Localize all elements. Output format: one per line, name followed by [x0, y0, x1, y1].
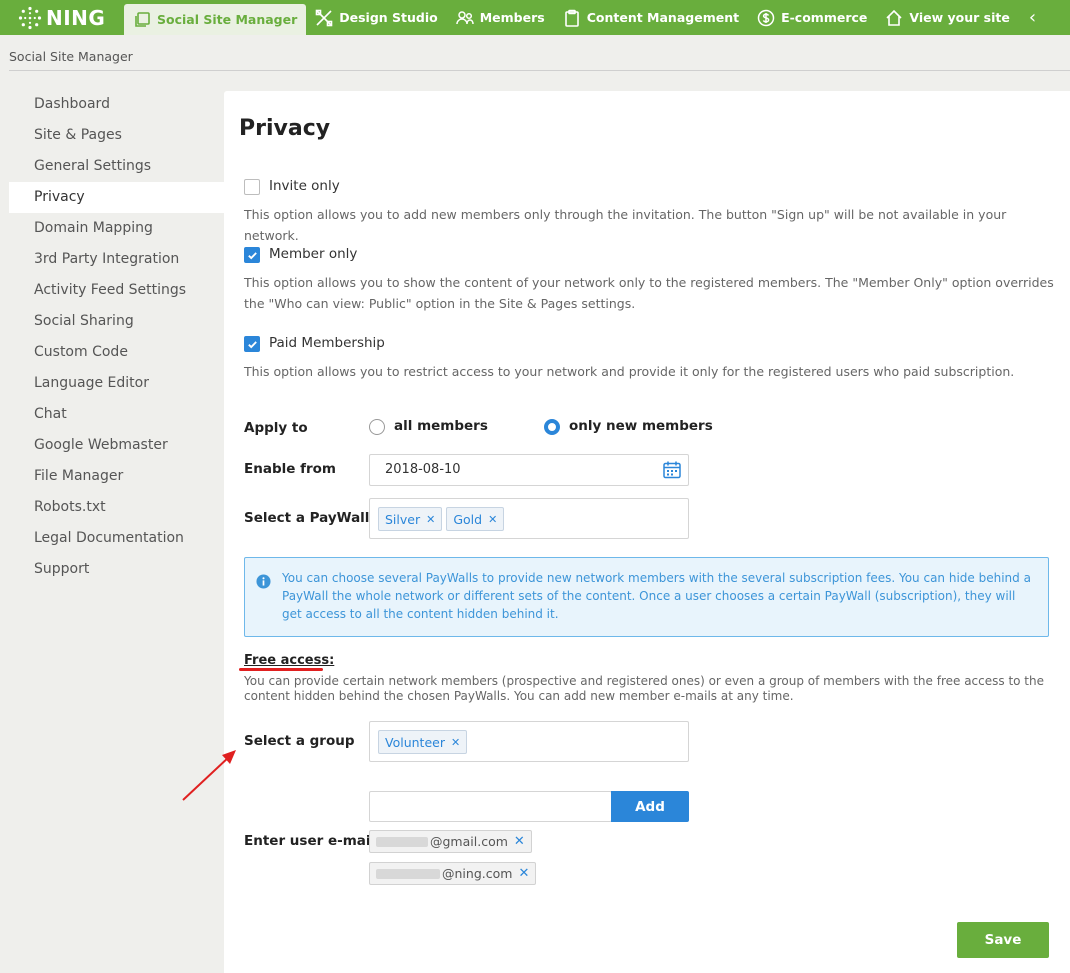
sidebar-item-legal-documentation[interactable]: Legal Documentation	[9, 523, 224, 554]
clipboard-icon	[564, 9, 579, 27]
members-icon	[455, 10, 474, 24]
email-entry-gmail: @gmail.com ✕	[369, 830, 532, 853]
paywall-tag-silver: Silver ✕	[378, 507, 443, 531]
email-input[interactable]	[369, 791, 612, 822]
privacy-settings-panel: Privacy Invite only This option allows y…	[182, 91, 1070, 973]
top-nav-bar: NING Social Site Manager Design Studio M…	[0, 0, 1070, 35]
tab-label: View your site	[909, 10, 1010, 25]
calendar-icon[interactable]	[662, 460, 682, 480]
member-only-description: This option allows you to show the conte…	[244, 275, 1054, 311]
remove-tag-icon[interactable]: ✕	[451, 736, 460, 749]
sidebar-item-language-editor[interactable]: Language Editor	[9, 368, 224, 399]
redacted-email-prefix	[376, 868, 440, 879]
sidebar: Dashboard Site & Pages General Settings …	[9, 89, 224, 585]
sidebar-item-dashboard[interactable]: Dashboard	[9, 89, 224, 120]
page-title: Privacy	[239, 116, 331, 141]
tab-label: Content Management	[586, 10, 740, 25]
collapse-nav-chevron-icon[interactable]: ‹	[1019, 7, 1046, 28]
sidebar-item-support[interactable]: Support	[9, 554, 224, 585]
paid-membership-label[interactable]: Paid Membership	[269, 335, 385, 351]
checkmark-icon	[247, 340, 257, 348]
member-only-checkbox[interactable]	[244, 247, 260, 263]
radio-only-new-members[interactable]	[544, 419, 560, 435]
ning-logo-icon	[18, 6, 42, 29]
tab-label: Social Site Manager	[157, 12, 298, 27]
sidebar-item-site-pages[interactable]: Site & Pages	[9, 120, 224, 151]
free-access-title: Free access:	[244, 653, 335, 668]
sidebar-item-domain-mapping[interactable]: Domain Mapping	[9, 213, 224, 244]
enable-from-date-value: 2018-08-10	[385, 462, 461, 477]
radio-only-new-members-label[interactable]: only new members	[569, 418, 713, 434]
enable-from-label: Enable from	[244, 461, 336, 477]
radio-all-members[interactable]	[369, 419, 385, 435]
paid-membership-description: This option allows you to restrict acces…	[244, 364, 1015, 379]
tab-design-studio[interactable]: Design Studio	[306, 0, 446, 35]
radio-all-members-label[interactable]: all members	[394, 418, 488, 434]
sidebar-item-google-webmaster[interactable]: Google Webmaster	[9, 430, 224, 461]
remove-tag-icon[interactable]: ✕	[488, 513, 497, 526]
sidebar-item-social-sharing[interactable]: Social Sharing	[9, 306, 224, 337]
logo-text: NING	[46, 5, 106, 30]
tab-social-site-manager[interactable]: Social Site Manager	[124, 4, 307, 35]
paywall-info-box: You can choose several PayWalls to provi…	[244, 557, 1049, 637]
save-button[interactable]: Save	[957, 922, 1049, 958]
email-entry-text: @gmail.com	[430, 834, 508, 849]
enable-from-date-input[interactable]: 2018-08-10	[369, 454, 689, 486]
info-icon	[256, 574, 271, 589]
tab-label: Members	[479, 10, 545, 25]
tab-content-management[interactable]: Content Management	[554, 0, 748, 35]
invite-only-description: This option allows you to add new member…	[244, 207, 1007, 243]
home-icon	[886, 9, 902, 26]
breadcrumb-divider	[9, 70, 1070, 71]
apply-to-label: Apply to	[244, 420, 308, 436]
paywall-info-text: You can choose several PayWalls to provi…	[282, 571, 1031, 621]
paid-membership-checkbox[interactable]	[244, 336, 260, 352]
sidebar-item-general-settings[interactable]: General Settings	[9, 151, 224, 182]
remove-email-icon[interactable]: ✕	[518, 866, 529, 881]
remove-tag-icon[interactable]: ✕	[426, 513, 435, 526]
email-entry-ning: @ning.com ✕	[369, 862, 537, 885]
tab-e-commerce[interactable]: E-commerce	[748, 0, 876, 35]
email-entry-text: @ning.com	[442, 866, 513, 881]
sidebar-item-custom-code[interactable]: Custom Code	[9, 337, 224, 368]
sidebar-item-3rd-party-integration[interactable]: 3rd Party Integration	[9, 244, 224, 275]
annotation-underline	[239, 668, 323, 671]
invite-only-checkbox[interactable]	[244, 179, 260, 195]
redacted-email-prefix	[376, 836, 428, 847]
paywall-select[interactable]: Silver ✕ Gold ✕	[369, 498, 689, 539]
design-tools-icon	[315, 9, 333, 26]
group-select[interactable]: Volunteer ✕	[369, 721, 689, 762]
tab-label: E-commerce	[781, 10, 868, 25]
pages-icon	[135, 11, 150, 27]
invite-only-label[interactable]: Invite only	[269, 178, 340, 194]
sidebar-item-activity-feed-settings[interactable]: Activity Feed Settings	[9, 275, 224, 306]
add-email-button[interactable]: Add	[611, 791, 689, 822]
select-group-label: Select a group	[244, 733, 355, 749]
sidebar-item-chat[interactable]: Chat	[9, 399, 224, 430]
tag-label: Volunteer	[385, 734, 445, 750]
tag-label: Silver	[385, 511, 421, 527]
tag-label: Gold	[453, 511, 483, 527]
free-access-description: You can provide certain network members …	[244, 674, 1044, 703]
ning-logo[interactable]: NING	[0, 0, 122, 35]
annotation-arrow	[182, 750, 236, 801]
paywall-tag-gold: Gold ✕	[446, 507, 505, 531]
sidebar-item-robots-txt[interactable]: Robots.txt	[9, 492, 224, 523]
enter-email-label: Enter user e-mail	[244, 833, 376, 849]
sidebar-item-privacy[interactable]: Privacy	[9, 182, 224, 213]
breadcrumb: Social Site Manager	[9, 49, 133, 64]
tab-members[interactable]: Members	[447, 0, 554, 35]
paywall-label: Select a PayWall	[244, 510, 370, 526]
remove-email-icon[interactable]: ✕	[514, 834, 525, 849]
tab-label: Design Studio	[339, 10, 438, 25]
dollar-icon	[757, 9, 775, 26]
member-only-label[interactable]: Member only	[269, 246, 357, 262]
tab-view-your-site[interactable]: View your site	[876, 0, 1018, 35]
sidebar-item-file-manager[interactable]: File Manager	[9, 461, 224, 492]
checkmark-icon	[247, 251, 257, 259]
group-tag-volunteer: Volunteer ✕	[378, 730, 468, 754]
